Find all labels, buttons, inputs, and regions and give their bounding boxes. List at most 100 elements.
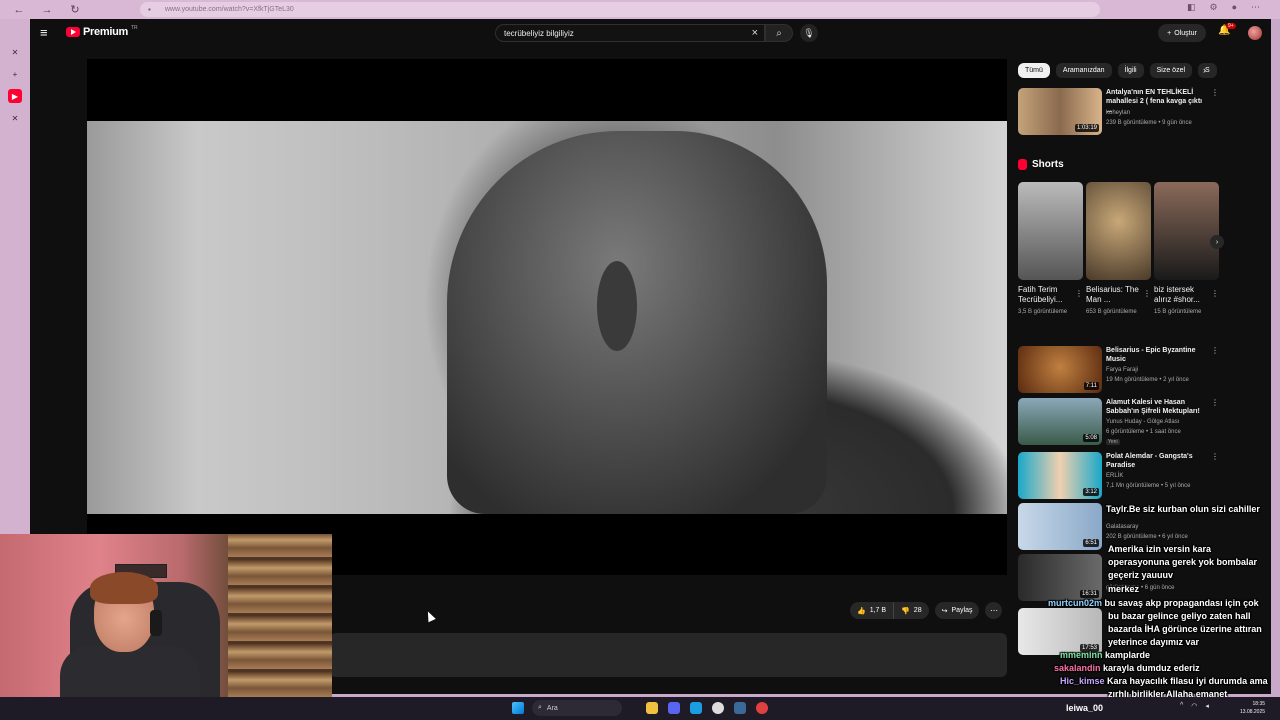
yt-header: ≡ Premium TR tecrübeliyiz bilgiliyiz × ⌕… xyxy=(30,19,1271,47)
address-bar[interactable]: ▪ www.youtube.com/watch?v=XfkTjGTeL30 xyxy=(140,2,1100,17)
file-explorer-icon[interactable] xyxy=(646,702,658,714)
clear-search-icon[interactable]: × xyxy=(752,27,758,39)
short-thumbnail[interactable] xyxy=(1154,182,1219,280)
video-player[interactable] xyxy=(87,59,1007,575)
discord-icon[interactable] xyxy=(668,702,680,714)
short-title[interactable]: Fatih Terim Tecrübeliyi... xyxy=(1018,285,1074,305)
profile-icon[interactable]: ● xyxy=(1232,2,1237,13)
chevron-up-icon[interactable]: ^ xyxy=(1180,702,1183,710)
bookshelf xyxy=(228,534,332,700)
list-item[interactable]: 7:11 Belisarius - Epic Byzantine Music F… xyxy=(1018,346,1219,394)
video-thumbnail[interactable]: 3:12 xyxy=(1018,452,1102,499)
channel-name[interactable]: koheylan xyxy=(1106,110,1130,116)
create-button[interactable]: + Oluştur xyxy=(1158,24,1206,42)
windows-start-icon[interactable] xyxy=(512,702,524,714)
webcam-overlay xyxy=(0,534,332,700)
short-item[interactable]: biz istersek alırız #shor... 15 B görünt… xyxy=(1154,182,1219,317)
video-meta: 19 Mn görüntüleme • 2 yıl önce xyxy=(1106,377,1189,383)
chevron-right-icon[interactable]: › xyxy=(1203,65,1206,75)
browser-icon[interactable] xyxy=(756,702,768,714)
back-icon[interactable]: ← xyxy=(10,1,28,19)
list-item[interactable]: 5:08 Alamut Kalesi ve Hasan Sabbah'ın Şi… xyxy=(1018,398,1219,446)
video-title[interactable]: Belisarius - Epic Byzantine Music xyxy=(1106,346,1206,364)
chat-message: Hic_kimse Kara hayacılık filasu iyi duru… xyxy=(1060,676,1268,686)
settings-icon[interactable]: ⚙ xyxy=(1209,2,1217,13)
share-button[interactable]: ↪ Paylaş xyxy=(934,602,980,619)
short-item[interactable]: Fatih Terim Tecrübeliyi... 3,5 B görüntü… xyxy=(1018,182,1083,317)
menu-dots-icon[interactable]: ⋯ xyxy=(1251,2,1260,13)
wifi-icon[interactable]: ◠ xyxy=(1191,702,1197,710)
video-thumbnail[interactable]: 7:11 xyxy=(1018,346,1102,393)
forward-icon[interactable]: → xyxy=(38,1,56,19)
reload-icon[interactable]: ↻ xyxy=(66,1,84,19)
kebab-menu-icon[interactable]: ⋮ xyxy=(1211,452,1219,461)
chip-all[interactable]: Tümü xyxy=(1018,63,1050,78)
thumbs-up-icon: 👍 xyxy=(857,607,866,615)
youtube-tab-icon[interactable]: ▶ xyxy=(8,89,22,103)
youtube-logo[interactable]: Premium TR xyxy=(66,25,138,38)
more-actions-button[interactable]: ⋯ xyxy=(985,602,1003,619)
like-button[interactable]: 👍 1,7 B xyxy=(850,602,895,619)
kebab-menu-icon[interactable]: ⋮ xyxy=(1143,289,1151,298)
play-logo-icon xyxy=(66,27,80,37)
description-box[interactable] xyxy=(330,633,1007,677)
kebab-menu-icon[interactable]: ⋮ xyxy=(1211,346,1219,355)
chip-for-you[interactable]: Size özel xyxy=(1149,63,1193,78)
short-title[interactable]: biz istersek alırız #shor... xyxy=(1154,285,1210,305)
video-duration: 1:03:19 xyxy=(1074,124,1099,132)
share-label: Paylaş xyxy=(951,607,973,614)
channel-name[interactable]: ERLİK xyxy=(1106,473,1123,479)
short-item[interactable]: Belisarius: The Man ... 653 B görüntülem… xyxy=(1086,182,1151,317)
chip-from-search[interactable]: Aramanızdan xyxy=(1055,63,1112,78)
video-subject xyxy=(447,131,827,514)
channel-name[interactable]: Farya Faraji xyxy=(1106,367,1138,373)
browser-toolbar: ← → ↻ ▪ www.youtube.com/watch?v=XfkTjGTe… xyxy=(0,0,1280,19)
chip-related[interactable]: İlgili xyxy=(1117,63,1144,78)
avatar[interactable] xyxy=(1248,26,1262,40)
shorts-heading: Shorts xyxy=(1018,159,1064,170)
taskbar-search[interactable]: ⌕ Ara xyxy=(532,700,622,716)
search-button[interactable]: ⌕ xyxy=(765,24,793,42)
kebab-menu-icon[interactable]: ⋮ xyxy=(1211,398,1219,407)
search-query: tecrübeliyiz bilgiliyiz xyxy=(504,28,574,38)
shorts-label: Shorts xyxy=(1032,159,1064,170)
related-chips: Tümü Aramanızdan İlgili Size özel S xyxy=(1018,63,1217,78)
x-app-icon[interactable]: ✕ xyxy=(8,45,22,59)
dislike-button[interactable]: 👎 28 xyxy=(894,602,929,619)
short-thumbnail[interactable] xyxy=(1018,182,1083,280)
voice-search-button[interactable]: 🎙 xyxy=(800,24,818,42)
telegram-icon[interactable] xyxy=(690,702,702,714)
chip-more[interactable]: S xyxy=(1198,63,1217,78)
more-dots-icon: ⋯ xyxy=(989,606,998,615)
list-item[interactable]: 1:03:19 Antalya'nın EN TEHLİKELİ mahalle… xyxy=(1018,88,1219,136)
chat-message: sakalandin karayla dumduz ederiz xyxy=(1054,663,1200,673)
chat-message: mmeminn kamplarde xyxy=(1060,650,1151,660)
like-dislike-group: 👍 1,7 B 👎 28 xyxy=(850,602,929,619)
chat-username: sakalandin xyxy=(1054,663,1101,673)
kebab-menu-icon[interactable]: ⋮ xyxy=(1211,289,1219,298)
extension-icon[interactable]: ◧ xyxy=(1187,2,1196,13)
video-thumbnail[interactable]: 5:08 xyxy=(1018,398,1102,445)
steam-icon[interactable] xyxy=(734,702,746,714)
list-item[interactable]: 3:12 Polat Alemdar - Gangsta's Paradise … xyxy=(1018,452,1219,500)
shorts-next-button[interactable]: › xyxy=(1210,235,1224,249)
kebab-menu-icon[interactable]: ⋮ xyxy=(1075,289,1083,298)
hamburger-menu-icon[interactable]: ≡ xyxy=(40,26,54,40)
video-meta: 7,1 Mn görüntüleme • 5 yıl önce xyxy=(1106,483,1191,489)
clock-time: 18:35 xyxy=(1252,701,1266,707)
volume-icon[interactable]: ◂ xyxy=(1205,702,1209,710)
video-title[interactable]: Alamut Kalesi ve Hasan Sabbah'ın Şifreli… xyxy=(1106,398,1206,416)
search-input[interactable]: tecrübeliyiz bilgiliyiz × xyxy=(495,24,765,42)
short-views: 653 B görüntüleme xyxy=(1086,309,1137,315)
short-thumbnail[interactable] xyxy=(1086,182,1151,280)
channel-name[interactable]: Yunus Huday - Gölge Atlası xyxy=(1106,419,1179,425)
short-title[interactable]: Belisarius: The Man ... xyxy=(1086,285,1142,305)
add-icon[interactable]: + xyxy=(8,67,22,81)
shorts-icon xyxy=(1018,159,1027,170)
video-thumbnail[interactable]: 1:03:19 xyxy=(1018,88,1102,135)
obs-icon[interactable] xyxy=(712,702,724,714)
x-app-icon-2[interactable]: ✕ xyxy=(8,111,22,125)
kebab-menu-icon[interactable]: ⋮ xyxy=(1211,88,1219,97)
taskbar-clock[interactable]: 18:35 13.08.2025 xyxy=(1240,700,1265,716)
video-title[interactable]: Polat Alemdar - Gangsta's Paradise xyxy=(1106,452,1206,470)
